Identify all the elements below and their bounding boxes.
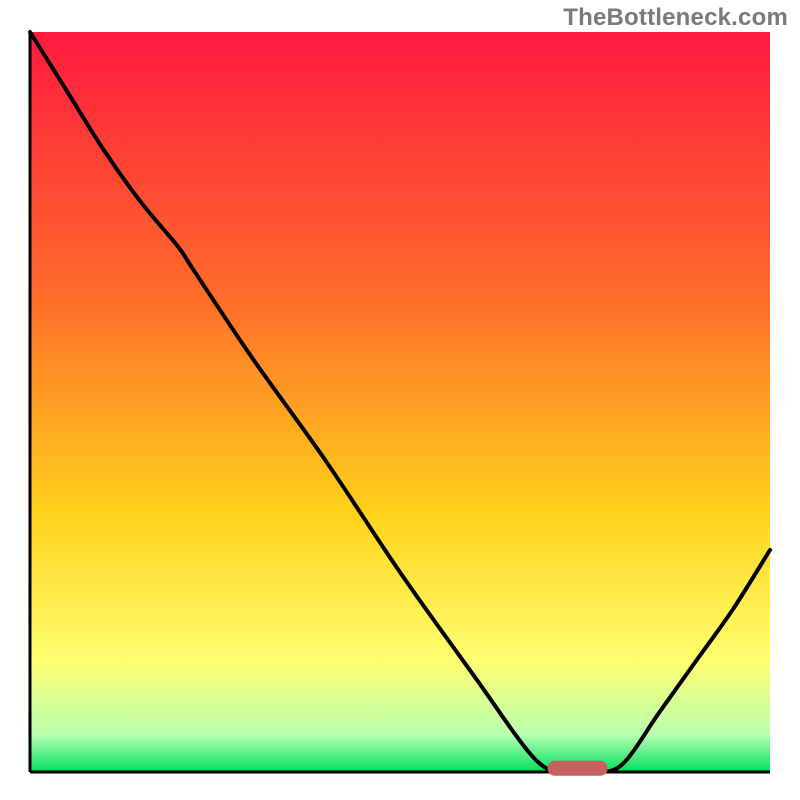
optimal-marker: [548, 761, 607, 775]
bottleneck-chart: [0, 0, 800, 800]
plot-background: [30, 32, 770, 772]
chart-container: TheBottleneck.com: [0, 0, 800, 800]
watermark-text: TheBottleneck.com: [563, 4, 788, 32]
